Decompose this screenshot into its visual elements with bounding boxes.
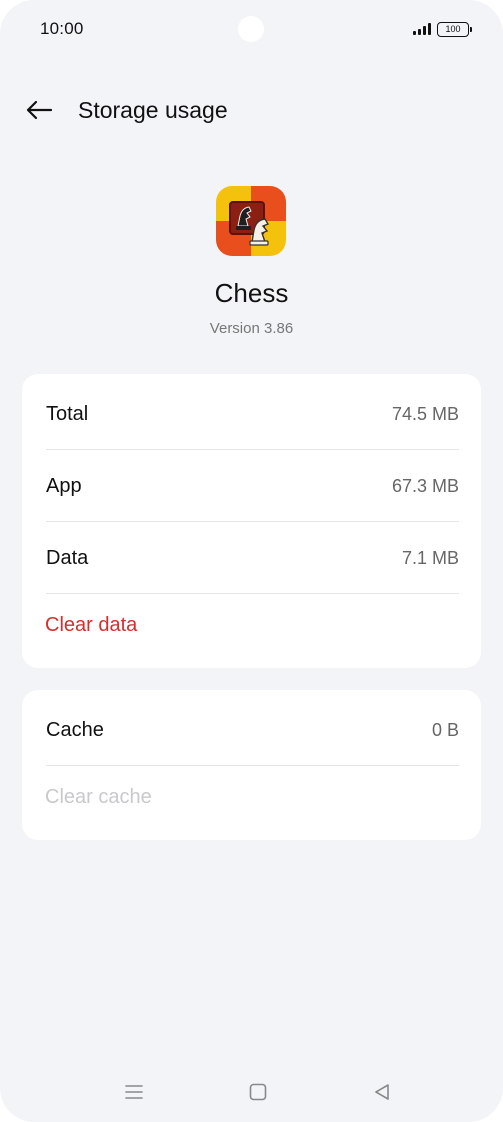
home-square-icon[interactable] — [246, 1080, 270, 1104]
row-label: Data — [46, 547, 89, 569]
row-label: App — [46, 475, 82, 497]
status-indicators: 100 — [413, 21, 472, 37]
storage-row-app: App 67.3 MB — [46, 450, 459, 522]
battery-icon: 100 — [437, 21, 472, 37]
navigation-bar — [0, 1064, 503, 1120]
page-title: Storage usage — [78, 97, 228, 123]
row-label: Cache — [46, 719, 104, 741]
row-value: 67.3 MB — [391, 476, 459, 496]
clear-data-button[interactable]: Clear data — [45, 614, 137, 637]
chess-app-icon — [216, 186, 286, 256]
arrow-left-icon — [26, 100, 53, 120]
cache-card: Cache 0 B Clear cache — [22, 690, 481, 840]
back-triangle-icon[interactable] — [370, 1080, 394, 1104]
row-value: 0 B — [431, 720, 459, 740]
divider — [46, 765, 459, 766]
signal-bars-icon — [413, 23, 431, 35]
back-button[interactable] — [22, 96, 56, 124]
clear-cache-button[interactable]: Clear cache — [45, 786, 152, 809]
storage-card: Total 74.5 MB App 67.3 MB Data 7.1 MB Cl… — [22, 374, 481, 668]
row-value: 74.5 MB — [391, 404, 459, 424]
status-bar: 10:00 100 — [0, 0, 503, 58]
storage-row-data: Data 7.1 MB — [46, 522, 459, 594]
menu-icon[interactable] — [122, 1080, 146, 1104]
cache-row: Cache 0 B — [46, 694, 459, 766]
status-time: 10:00 — [40, 19, 84, 38]
divider — [46, 593, 459, 594]
camera-cutout — [238, 16, 264, 42]
app-bar: Storage usage — [0, 88, 503, 132]
app-version: Version 3.86 — [209, 320, 294, 337]
row-label: Total — [46, 403, 89, 425]
app-name: Chess — [214, 278, 289, 308]
row-value: 7.1 MB — [401, 548, 459, 568]
phone-screen: 10:00 100 Storage usage Chess Version 3.… — [0, 0, 503, 1122]
storage-row-total: Total 74.5 MB — [46, 378, 459, 450]
